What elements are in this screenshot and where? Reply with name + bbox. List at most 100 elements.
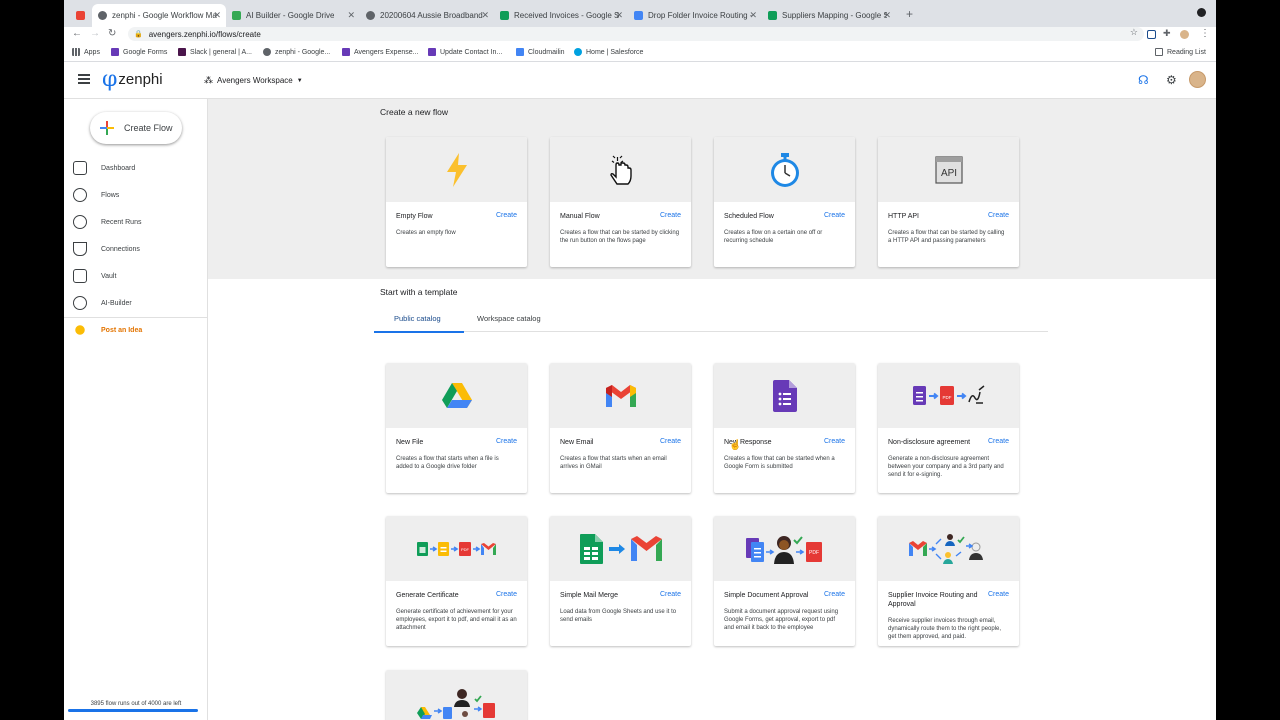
profile-avatar-icon[interactable]: [1180, 30, 1189, 39]
bookmark-google-forms[interactable]: Google Forms: [111, 48, 167, 56]
card-description: Submit a document approval request using…: [724, 609, 839, 631]
flows-icon: [73, 188, 87, 202]
template-card-new-file[interactable]: New File Create Creates a flow that start…: [386, 363, 527, 493]
support-headset-icon[interactable]: ☊: [1138, 73, 1149, 87]
close-tab-icon[interactable]: ✕: [749, 10, 757, 21]
create-flow-band: [208, 99, 1216, 279]
create-link[interactable]: Create: [496, 212, 517, 219]
card-description: Creates an empty flow: [396, 230, 456, 236]
tab-public-catalog[interactable]: Public catalog: [394, 314, 441, 323]
card-name: New File: [396, 439, 424, 446]
close-tab-icon[interactable]: ✕: [347, 10, 355, 21]
browser-tab-gmail[interactable]: [70, 4, 92, 27]
sidebar-item-ai-builder[interactable]: AI-Builder: [64, 291, 207, 315]
drive-favicon-icon: [232, 11, 241, 20]
flow-card-empty[interactable]: Empty Flow Create Creates an empty flow: [386, 137, 527, 267]
api-icon: API: [934, 155, 963, 184]
template-card-new-email[interactable]: New Email Create Creates a flow that star…: [550, 363, 691, 493]
browser-tab-suppliers-mapping[interactable]: Suppliers Mapping - Google Sh ✕: [762, 4, 896, 27]
create-link[interactable]: Create: [660, 438, 681, 445]
tab-search-icon[interactable]: [1197, 8, 1206, 17]
close-tab-icon[interactable]: ✕: [481, 10, 489, 21]
create-link[interactable]: Create: [824, 438, 845, 445]
flow-card-http-api[interactable]: API HTTP API Create Creates a flow that c…: [878, 137, 1019, 267]
template-card-supplier-invoice[interactable]: Supplier Invoice Routing and Approval Cre…: [878, 516, 1019, 646]
sidebar-item-connections[interactable]: Connections: [64, 237, 207, 261]
card-name: Non-disclosure agreement: [888, 439, 971, 446]
template-card-nda[interactable]: PDF Non-disclosure agreement Create Gener…: [878, 363, 1019, 493]
card-description: Creates a flow on a certain one off or r…: [724, 230, 823, 244]
create-link[interactable]: Create: [496, 591, 517, 598]
template-section-title: Start with a template: [380, 287, 458, 297]
flow-card-scheduled[interactable]: Scheduled Flow Create Creates a flow on a…: [714, 137, 855, 267]
cloudmailin-favicon-icon: [516, 48, 524, 56]
document-approval-icon: PDF: [745, 535, 822, 564]
zenphi-logo[interactable]: φ zenphi: [102, 67, 163, 92]
gear-icon[interactable]: ⚙: [1166, 73, 1177, 87]
sidebar-item-vault[interactable]: Vault: [64, 264, 207, 288]
zenphi-favicon-icon: [263, 48, 271, 56]
globe-favicon-icon: [366, 11, 375, 20]
tab-workspace-catalog[interactable]: Workspace catalog: [477, 314, 541, 323]
create-link[interactable]: Create: [660, 591, 681, 598]
sidebar-item-flows[interactable]: Flows: [64, 183, 207, 207]
apps-grid-icon: [72, 48, 80, 56]
create-link[interactable]: Create: [988, 591, 1009, 598]
close-tab-icon[interactable]: ✕: [615, 10, 623, 21]
extension-icon[interactable]: [1147, 30, 1156, 39]
sidebar-item-recent-runs[interactable]: Recent Runs: [64, 210, 207, 234]
create-link[interactable]: Create: [824, 591, 845, 598]
back-icon[interactable]: ←: [72, 28, 82, 39]
bookmark-salesforce[interactable]: Home | Salesforce: [574, 48, 643, 56]
invoice-routing-icon: [908, 533, 983, 564]
bookmark-cloudmailin[interactable]: Cloudmailin: [516, 48, 565, 56]
hamburger-menu-icon[interactable]: [78, 74, 90, 84]
reading-list[interactable]: Reading List: [1155, 48, 1206, 56]
browser-tab-received-invoices[interactable]: Received Invoices - Google Sh ✕: [494, 4, 628, 27]
create-link[interactable]: Create: [824, 212, 845, 219]
lock-icon: 🔒: [134, 31, 143, 38]
browser-tab-ai-builder[interactable]: AI Builder - Google Drive ✕: [226, 4, 360, 27]
template-card-document-approval[interactable]: PDF Simple Document Approval Create Submi…: [714, 516, 855, 646]
url-field[interactable]: 🔒 avengers.zenphi.io/flows/create ☆: [128, 27, 1144, 41]
browser-tab-bar: zenphi - Google Workflow Man ✕ AI Builde…: [64, 0, 1216, 27]
close-tab-icon[interactable]: ✕: [213, 10, 221, 21]
puzzle-extensions-icon[interactable]: ✚: [1163, 28, 1171, 39]
brain-icon: [73, 296, 87, 310]
sidebar-item-dashboard[interactable]: Dashboard: [64, 156, 207, 180]
drive-favicon-icon: [634, 11, 643, 20]
create-flow-button[interactable]: Create Flow: [90, 112, 182, 144]
workspace-selector[interactable]: ⁂ Avengers Workspace ▼: [204, 75, 303, 86]
template-card-generate-certificate[interactable]: PDF Generate Certificate Create Generate …: [386, 516, 527, 646]
create-link[interactable]: Create: [660, 212, 681, 219]
template-card-simple-mail-merge[interactable]: Simple Mail Merge Create Load data from G…: [550, 516, 691, 646]
browser-tab-drop-folder[interactable]: Drop Folder Invoice Routing - ✕: [628, 4, 762, 27]
reload-icon[interactable]: ↻: [108, 28, 116, 39]
bookmark-slack[interactable]: Slack | general | A...: [178, 48, 252, 56]
create-link[interactable]: Create: [988, 212, 1009, 219]
close-tab-icon[interactable]: ✕: [883, 10, 891, 21]
template-card-partial[interactable]: [386, 670, 527, 720]
card-name: Simple Document Approval: [724, 592, 809, 599]
bookmark-avengers-expense[interactable]: Avengers Expense...: [342, 48, 418, 56]
bookmark-zenphi[interactable]: zenphi - Google...: [263, 48, 330, 56]
post-idea-link[interactable]: Post an Idea: [64, 318, 207, 342]
nda-flow-icon: PDF: [912, 384, 984, 405]
bookmark-apps[interactable]: Apps: [72, 48, 100, 56]
bookmark-star-icon[interactable]: ☆: [1130, 27, 1138, 38]
quota-text: 3895 flow runs out of 4000 are left: [90, 701, 182, 707]
template-card-new-response[interactable]: New Response Create Creates a flow that c…: [714, 363, 855, 493]
flow-card-manual[interactable]: Manual Flow Create Creates a flow that ca…: [550, 137, 691, 267]
reading-list-icon: [1155, 48, 1163, 56]
card-description: Generate a non-disclosure agreement betw…: [888, 456, 1004, 478]
browser-tab-zenphi[interactable]: zenphi - Google Workflow Man ✕: [92, 4, 226, 27]
new-tab-icon[interactable]: +: [906, 7, 913, 21]
create-link[interactable]: Create: [988, 438, 1009, 445]
bookmark-update-contact[interactable]: Update Contact In...: [428, 48, 502, 56]
more-menu-icon[interactable]: ⋮: [1200, 28, 1210, 39]
create-link[interactable]: Create: [496, 438, 517, 445]
browser-tab-aussie[interactable]: 20200604 Aussie Broadband ✕: [360, 4, 494, 27]
user-avatar[interactable]: [1189, 71, 1206, 88]
svg-text:PDF: PDF: [809, 550, 819, 556]
forward-icon[interactable]: →: [90, 28, 100, 39]
